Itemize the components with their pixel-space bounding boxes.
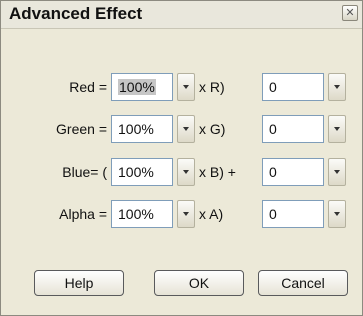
red-offset-input[interactable]: 0: [262, 73, 324, 101]
cancel-button[interactable]: Cancel: [258, 270, 348, 296]
alpha-offset-value: 0: [269, 206, 277, 222]
blue-percent-dropdown-button[interactable]: [177, 158, 195, 186]
red-percent-dropdown-button[interactable]: [177, 73, 195, 101]
blue-percent-input[interactable]: 100%: [111, 158, 173, 186]
green-percent-value: 100%: [118, 121, 154, 137]
advanced-effect-dialog: Advanced Effect ✕ Red = 100% x R) 0 Gree…: [0, 0, 363, 316]
close-icon[interactable]: ✕: [342, 5, 358, 21]
blue-offset-input[interactable]: 0: [262, 158, 324, 186]
alpha-offset-input[interactable]: 0: [262, 200, 324, 228]
blue-multiplier-label: x B) +: [199, 164, 236, 180]
red-label: Red =: [69, 79, 107, 95]
blue-percent-value: 100%: [118, 164, 154, 180]
red-row: Red = 100% x R) 0: [1, 73, 363, 103]
dialog-title: Advanced Effect: [9, 4, 143, 23]
green-multiplier-label: x G): [199, 121, 226, 137]
blue-label: Blue= (: [62, 164, 107, 180]
alpha-multiplier-label: x A): [199, 206, 224, 222]
red-multiplier-label: x R): [199, 79, 225, 95]
alpha-percent-value: 100%: [118, 206, 154, 222]
green-offset-input[interactable]: 0: [262, 115, 324, 143]
blue-offset-value: 0: [269, 164, 277, 180]
alpha-label: Alpha =: [59, 206, 107, 222]
red-percent-value: 100%: [118, 79, 156, 95]
alpha-percent-input[interactable]: 100%: [111, 200, 173, 228]
green-offset-dropdown-button[interactable]: [328, 115, 346, 143]
green-label: Green =: [56, 121, 107, 137]
red-percent-input[interactable]: 100%: [111, 73, 173, 101]
title-bar: Advanced Effect ✕: [1, 1, 362, 29]
green-offset-value: 0: [269, 121, 277, 137]
blue-offset-dropdown-button[interactable]: [328, 158, 346, 186]
alpha-row: Alpha = 100% x A) 0: [1, 200, 363, 230]
red-offset-dropdown-button[interactable]: [328, 73, 346, 101]
green-percent-dropdown-button[interactable]: [177, 115, 195, 143]
ok-button[interactable]: OK: [154, 270, 244, 296]
alpha-offset-dropdown-button[interactable]: [328, 200, 346, 228]
red-offset-value: 0: [269, 79, 277, 95]
green-row: Green = 100% x G) 0: [1, 115, 363, 145]
green-percent-input[interactable]: 100%: [111, 115, 173, 143]
alpha-percent-dropdown-button[interactable]: [177, 200, 195, 228]
blue-row: Blue= ( 100% x B) + 0: [1, 158, 363, 188]
help-button[interactable]: Help: [34, 270, 124, 296]
